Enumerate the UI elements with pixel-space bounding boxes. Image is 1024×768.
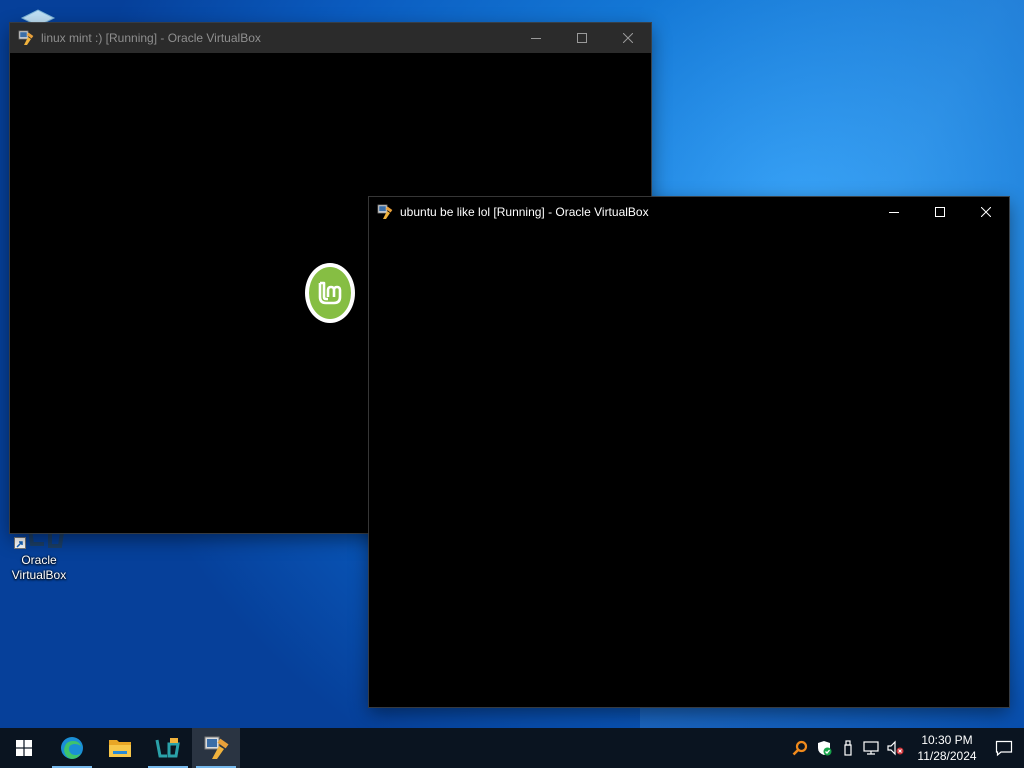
close-button[interactable] — [963, 197, 1009, 227]
clock[interactable]: 10:30 PM 11/28/2024 — [910, 732, 984, 764]
virtualbox-vm-icon — [377, 204, 393, 219]
system-tray: 10:30 PM 11/28/2024 — [788, 728, 1024, 768]
window-titlebar[interactable]: linux mint :) [Running] - Oracle Virtual… — [10, 23, 651, 53]
start-button[interactable] — [0, 728, 48, 768]
clock-time: 10:30 PM — [921, 733, 973, 747]
search-tray-icon[interactable] — [788, 728, 812, 768]
desktop-label-line-1: Oracle — [21, 553, 57, 567]
maximize-button[interactable] — [559, 23, 605, 53]
vm-guest-screen[interactable] — [369, 227, 1009, 707]
notification-center-button[interactable] — [984, 728, 1024, 768]
virtualbox-vm-icon — [204, 736, 229, 759]
virtualbox-vm-icon — [18, 30, 34, 45]
taskbar-file-explorer-button[interactable] — [96, 728, 144, 768]
vm-window-ubuntu[interactable]: ubuntu be like lol [Running] - Oracle Vi… — [369, 197, 1009, 707]
mint-lm-icon — [318, 281, 342, 305]
folder-icon — [109, 740, 131, 757]
notification-icon — [995, 740, 1013, 757]
window-titlebar[interactable]: ubuntu be like lol [Running] - Oracle Vi… — [369, 197, 1009, 227]
close-button[interactable] — [605, 23, 651, 53]
taskbar-edge-button[interactable] — [48, 728, 96, 768]
taskbar-virtualbox-manager-button[interactable] — [144, 728, 192, 768]
edge-icon — [61, 737, 83, 759]
windows-logo-icon — [16, 740, 32, 756]
taskbar: 10:30 PM 11/28/2024 — [0, 728, 1024, 768]
virtualbox-manager-icon — [155, 738, 180, 758]
volume-muted-icon[interactable] — [884, 728, 908, 768]
network-icon[interactable] — [860, 728, 884, 768]
usb-device-icon[interactable] — [836, 728, 860, 768]
security-shield-icon[interactable] — [812, 728, 836, 768]
shortcut-arrow-icon — [14, 537, 26, 549]
clock-date: 11/28/2024 — [917, 749, 977, 763]
desktop-label-line-2: VirtualBox — [11, 568, 67, 582]
window-title: ubuntu be like lol [Running] - Oracle Vi… — [400, 205, 649, 219]
linux-mint-logo — [305, 263, 355, 323]
maximize-button[interactable] — [917, 197, 963, 227]
minimize-button[interactable] — [513, 23, 559, 53]
window-title: linux mint :) [Running] - Oracle Virtual… — [41, 31, 261, 45]
taskbar-virtualbox-vm-button[interactable] — [192, 728, 240, 768]
virtualbox-desktop-label[interactable]: Oracle VirtualBox — [3, 553, 75, 583]
minimize-button[interactable] — [871, 197, 917, 227]
